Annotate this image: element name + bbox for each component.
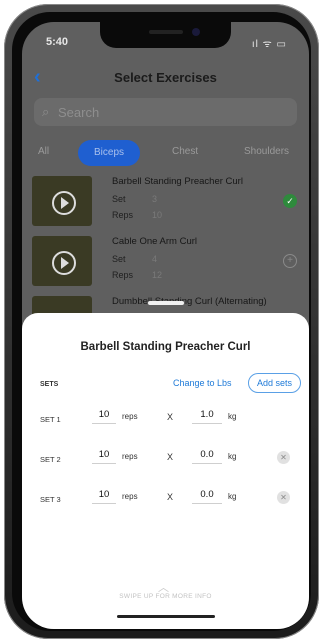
search-icon: ⌕: [42, 104, 50, 119]
weight-unit: kg: [228, 492, 237, 501]
muscle-tabs: All Biceps Chest Shoulders: [22, 140, 309, 166]
reps-input[interactable]: 10: [92, 409, 116, 424]
weight-unit: kg: [228, 452, 237, 461]
play-icon: [52, 191, 76, 215]
phone-frame: 5:40 ıl ᯤ ▭ ‹ Select Exercises ⌕ Search …: [4, 4, 319, 639]
reps-input[interactable]: 10: [92, 449, 116, 464]
remove-set-icon[interactable]: ✕: [277, 451, 290, 464]
page-title: Select Exercises: [114, 70, 217, 85]
remove-set-icon[interactable]: ✕: [277, 491, 290, 504]
exercise-name: Cable One Arm Curl: [112, 236, 198, 247]
add-sets-button[interactable]: Add sets: [248, 373, 302, 393]
sheet-drag-handle[interactable]: [148, 301, 184, 305]
set-value: 3: [152, 194, 158, 204]
set-label: Set: [112, 194, 126, 204]
search-placeholder: Search: [58, 105, 100, 120]
change-units-link[interactable]: Change to Lbs: [173, 378, 232, 388]
reps-unit: reps: [122, 492, 138, 501]
reps-value: 12: [152, 270, 163, 280]
play-icon: [52, 251, 76, 275]
status-icons: ıl ᯤ ▭: [251, 39, 287, 50]
times-sign: X: [167, 452, 174, 462]
speaker: [149, 30, 183, 34]
weight-input[interactable]: 0.0: [192, 449, 222, 464]
sets-bottom-sheet: Barbell Standing Preacher Curl SETS Chan…: [22, 313, 309, 629]
reps-label: Reps: [112, 210, 134, 220]
exercise-name: Barbell Standing Preacher Curl: [112, 176, 243, 187]
exercise-row[interactable]: Barbell Standing Preacher Curl Set 3 Rep…: [22, 176, 309, 232]
weight-input[interactable]: 0.0: [192, 489, 222, 504]
status-time: 5:40: [46, 36, 69, 48]
reps-unit: reps: [122, 452, 138, 461]
selected-check-icon[interactable]: ✓: [283, 194, 297, 208]
set-row: SET 2 10 reps X 0.0 kg ✕: [22, 449, 309, 473]
exercise-row[interactable]: Cable One Arm Curl Set 4 Reps 12 +: [22, 236, 309, 292]
reps-label: Reps: [112, 270, 134, 280]
reps-unit: reps: [122, 412, 138, 421]
exercise-thumbnail[interactable]: [32, 176, 92, 226]
front-camera: [192, 28, 200, 36]
sheet-title: Barbell Standing Preacher Curl: [80, 341, 251, 353]
search-input[interactable]: ⌕ Search: [34, 98, 297, 126]
times-sign: X: [167, 412, 174, 422]
tab-biceps[interactable]: Biceps: [78, 140, 141, 166]
reps-value: 10: [152, 210, 163, 220]
set-value: 4: [152, 254, 158, 264]
app-screen: 5:40 ıl ᯤ ▭ ‹ Select Exercises ⌕ Search …: [22, 22, 309, 629]
weight-unit: kg: [228, 412, 237, 421]
notch: [100, 22, 231, 48]
tab-shoulders[interactable]: Shoulders: [244, 146, 289, 157]
home-indicator: [117, 615, 215, 618]
reps-input[interactable]: 10: [92, 489, 116, 504]
set-row: SET 1 10 reps X 1.0 kg: [22, 409, 309, 433]
tab-all[interactable]: All: [38, 146, 49, 157]
set-row: SET 3 10 reps X 0.0 kg ✕: [22, 489, 309, 513]
set-label: Set: [112, 254, 126, 264]
sets-label: SETS: [40, 381, 59, 388]
add-exercise-icon[interactable]: +: [283, 254, 297, 268]
set-label: SET 3: [40, 495, 61, 504]
exercise-thumbnail[interactable]: [32, 236, 92, 286]
swipe-hint: SWIPE UP FOR MORE INFO: [119, 593, 212, 600]
set-label: SET 2: [40, 455, 61, 464]
weight-input[interactable]: 1.0: [192, 409, 222, 424]
times-sign: X: [167, 492, 174, 502]
tab-chest[interactable]: Chest: [172, 146, 198, 157]
nav-bar: ‹ Select Exercises: [22, 64, 309, 94]
set-label: SET 1: [40, 415, 61, 424]
exercise-name: Dumbbell Standing Curl (Alternating): [112, 296, 267, 307]
